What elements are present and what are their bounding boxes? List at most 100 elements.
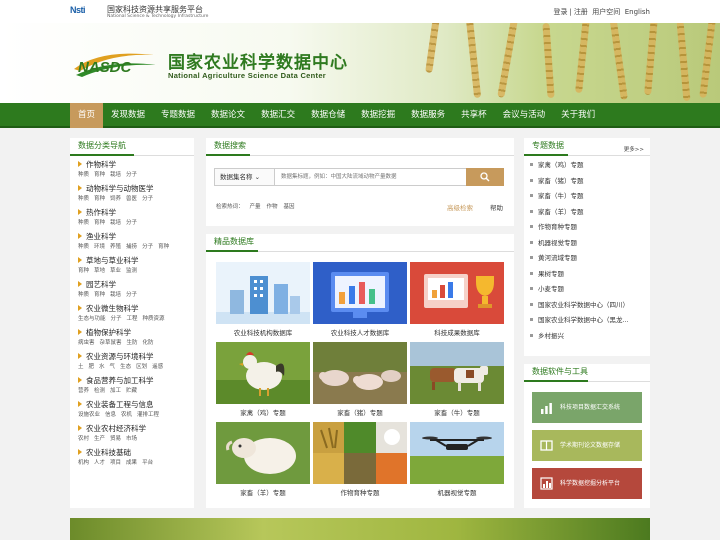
category-sub-link[interactable]: 捕捞 xyxy=(126,244,137,250)
category-sub-link[interactable]: 分子 xyxy=(142,196,153,202)
category-sub-link[interactable]: 生态 xyxy=(120,364,131,370)
tile-sheep[interactable]: 家畜（羊）专题 xyxy=(216,422,310,500)
category-sub-link[interactable]: 饲养 xyxy=(110,196,121,202)
category-sub-link[interactable]: 分子 xyxy=(142,244,153,250)
category-sub-link[interactable]: 生防 xyxy=(127,340,138,346)
topic-item[interactable]: 国家农业科学数据中心（黑龙... xyxy=(524,313,650,329)
more-topics-link[interactable]: 更多>> xyxy=(624,142,644,158)
category-sub-link[interactable]: 养殖 xyxy=(110,244,121,250)
user-space-link[interactable]: 用户空间 xyxy=(592,8,620,16)
register-link[interactable]: 注册 xyxy=(574,8,588,16)
hot-word[interactable]: 产量 xyxy=(250,204,261,210)
topic-item[interactable]: 家畜（牛）专题 xyxy=(524,189,650,205)
category-sub-link[interactable]: 农机 xyxy=(121,412,132,418)
category-sub-link[interactable]: 灌排工程 xyxy=(137,412,159,418)
topic-item[interactable]: 家禽（鸡）专题 xyxy=(524,158,650,174)
category-sub-link[interactable]: 检测 xyxy=(94,388,105,394)
topic-item[interactable]: 国家农业科学数据中心（四川） xyxy=(524,298,650,314)
search-input[interactable] xyxy=(277,169,473,185)
category-sub-link[interactable]: 工程 xyxy=(127,316,138,322)
category-title[interactable]: 植物保护科学 xyxy=(78,328,194,338)
category-title[interactable]: 食品营养与加工科学 xyxy=(78,376,194,386)
topic-item[interactable]: 果树专题 xyxy=(524,267,650,283)
nav-sharing-cup[interactable]: 共享杯 xyxy=(453,103,495,128)
tile-poultry[interactable]: 家禽（鸡）专题 xyxy=(216,342,310,420)
topic-item[interactable]: 机器视觉专题 xyxy=(524,236,650,252)
topic-item[interactable]: 黄河流域专题 xyxy=(524,251,650,267)
category-sub-link[interactable]: 化防 xyxy=(143,340,154,346)
help-link[interactable]: 帮助 xyxy=(490,202,503,212)
nav-data-repository[interactable]: 数据仓储 xyxy=(303,103,353,128)
nav-data-services[interactable]: 数据服务 xyxy=(403,103,453,128)
category-title[interactable]: 渔业科学 xyxy=(78,232,194,242)
category-sub-link[interactable]: 育种 xyxy=(78,268,89,274)
category-sub-link[interactable]: 贮藏 xyxy=(126,388,137,394)
category-sub-link[interactable]: 草地 xyxy=(94,268,105,274)
tile-institutions[interactable]: 农业科技机构数据库 xyxy=(216,262,310,340)
hot-word[interactable]: 作物 xyxy=(267,204,278,210)
category-sub-link[interactable]: 分子 xyxy=(111,316,122,322)
category-title[interactable]: 农业微生物科学 xyxy=(78,304,194,314)
login-link[interactable]: 登录 xyxy=(553,8,567,16)
category-title[interactable]: 热作科学 xyxy=(78,208,194,218)
category-sub-link[interactable]: 监测 xyxy=(126,268,137,274)
nav-discover-data[interactable]: 发现数据 xyxy=(103,103,153,128)
hot-word[interactable]: 基因 xyxy=(284,204,295,210)
category-title[interactable]: 园艺科学 xyxy=(78,280,194,290)
topic-item[interactable]: 作物育种专题 xyxy=(524,220,650,236)
category-sub-link[interactable]: 信息 xyxy=(105,412,116,418)
category-sub-link[interactable]: 育种 xyxy=(94,292,105,298)
tile-talents[interactable]: 农业科技人才数据库 xyxy=(313,262,407,340)
category-sub-link[interactable]: 气 xyxy=(110,364,116,370)
category-sub-link[interactable]: 育种 xyxy=(158,244,169,250)
category-sub-link[interactable]: 生产 xyxy=(94,436,105,442)
tool-project-submission[interactable]: 科技项目数据汇交系统 xyxy=(532,392,642,423)
category-sub-link[interactable]: 加工 xyxy=(110,388,121,394)
category-sub-link[interactable]: 水 xyxy=(99,364,105,370)
category-sub-link[interactable]: 种质 xyxy=(78,292,89,298)
nav-data-submission[interactable]: 数据汇交 xyxy=(253,103,303,128)
nav-data-mining[interactable]: 数据挖掘 xyxy=(353,103,403,128)
search-type-select[interactable]: 数据集名称 ⌄ xyxy=(215,169,275,185)
category-sub-link[interactable]: 遥感 xyxy=(152,364,163,370)
category-title[interactable]: 作物科学 xyxy=(78,160,194,170)
category-sub-link[interactable]: 平台 xyxy=(142,460,153,466)
category-sub-link[interactable]: 育种 xyxy=(94,220,105,226)
nav-home[interactable]: 首页 xyxy=(70,103,104,128)
topic-item[interactable]: 乡村振兴 xyxy=(524,329,650,345)
tile-crop-breeding[interactable]: 作物育种专题 xyxy=(313,422,407,500)
category-sub-link[interactable]: 种质 xyxy=(78,196,89,202)
nav-topic-data[interactable]: 专题数据 xyxy=(153,103,203,128)
category-sub-link[interactable]: 分子 xyxy=(126,292,137,298)
category-sub-link[interactable]: 农村 xyxy=(78,436,89,442)
category-sub-link[interactable]: 育种 xyxy=(94,196,105,202)
category-sub-link[interactable]: 种质 xyxy=(78,220,89,226)
category-sub-link[interactable]: 分子 xyxy=(126,220,137,226)
tile-achievements[interactable]: 科技成果数据库 xyxy=(410,262,504,340)
category-sub-link[interactable]: 种质 xyxy=(78,172,89,178)
nav-meetings[interactable]: 会议与活动 xyxy=(495,103,554,128)
search-button[interactable] xyxy=(466,168,504,186)
topic-item[interactable]: 家畜（羊）专题 xyxy=(524,205,650,221)
category-sub-link[interactable]: 栽培 xyxy=(110,292,121,298)
nav-data-papers[interactable]: 数据论文 xyxy=(203,103,253,128)
category-sub-link[interactable]: 病虫害 xyxy=(78,340,95,346)
category-sub-link[interactable]: 人才 xyxy=(94,460,105,466)
tool-journal-storage[interactable]: 学术期刊论文数据存储 xyxy=(532,430,642,461)
tile-pig[interactable]: 家畜（猪）专题 xyxy=(313,342,407,420)
category-sub-link[interactable]: 栽培 xyxy=(110,220,121,226)
category-sub-link[interactable]: 杂草鼠害 xyxy=(100,340,122,346)
english-link[interactable]: English xyxy=(625,8,650,16)
category-sub-link[interactable]: 生态与功能 xyxy=(78,316,106,322)
category-sub-link[interactable]: 贸易 xyxy=(110,436,121,442)
category-title[interactable]: 农业科技基础 xyxy=(78,448,194,458)
advanced-search-link[interactable]: 高级检索 xyxy=(447,202,473,212)
nasdc-logo[interactable]: NASDC xyxy=(70,45,158,81)
category-sub-link[interactable]: 种质资源 xyxy=(143,316,165,322)
category-sub-link[interactable]: 项目 xyxy=(110,460,121,466)
category-title[interactable]: 动物科学与动物医学 xyxy=(78,184,194,194)
category-sub-link[interactable]: 成果 xyxy=(126,460,137,466)
topic-item[interactable]: 家畜（猪）专题 xyxy=(524,174,650,190)
category-sub-link[interactable]: 草业 xyxy=(110,268,121,274)
category-sub-link[interactable]: 区划 xyxy=(136,364,147,370)
